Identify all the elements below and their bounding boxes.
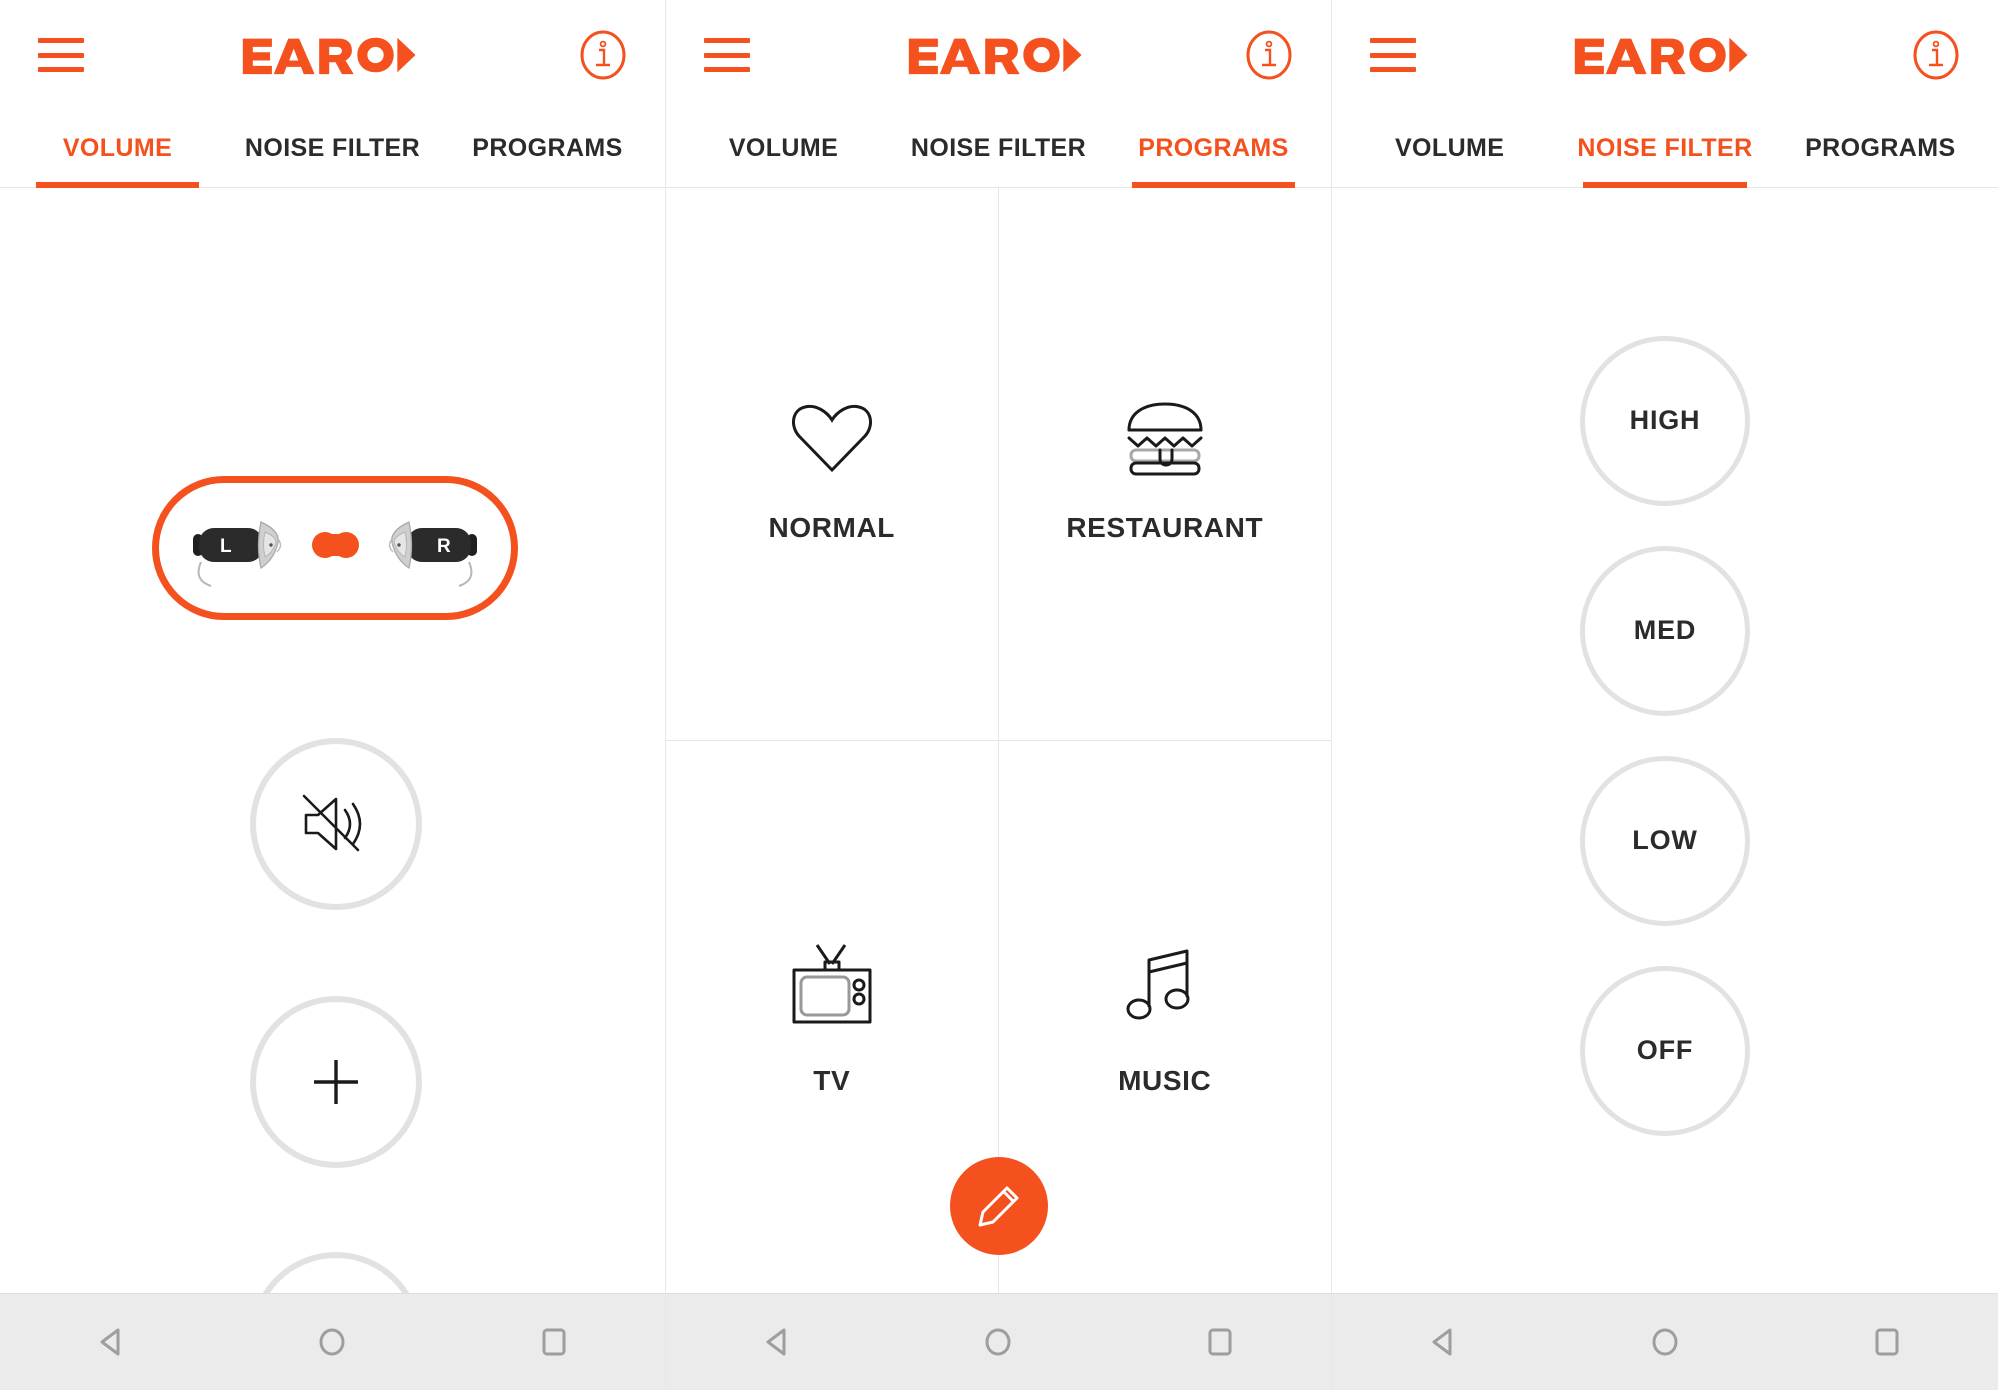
recents-square-icon (1875, 1328, 1899, 1356)
program-label: RESTAURANT (1066, 511, 1264, 543)
program-label: MUSIC (1118, 1064, 1212, 1096)
hamburger-icon[interactable] (1370, 38, 1416, 72)
mute-button[interactable] (250, 738, 422, 910)
hamburger-icon[interactable] (38, 38, 84, 72)
noise-filter-high-button[interactable]: HIGH (1580, 335, 1750, 506)
panel-volume-screen: VOLUME NOISE FILTER PROGRAMS L R (0, 0, 666, 1390)
android-nav-bar-panel3 (1332, 1293, 1998, 1390)
tv-icon (787, 937, 877, 1029)
svg-text:R: R (437, 536, 451, 557)
program-music[interactable]: MUSIC (999, 741, 1332, 1294)
app-top-bar (666, 0, 1331, 110)
android-recents-button[interactable] (509, 1312, 599, 1372)
recents-square-icon (1208, 1328, 1232, 1356)
eargo-logo (1573, 34, 1755, 76)
volume-screen-body: L R (0, 188, 665, 1293)
android-home-button[interactable] (953, 1312, 1043, 1372)
tab-programs[interactable]: PROGRAMS (440, 110, 655, 187)
info-icon[interactable] (579, 29, 627, 81)
android-back-button[interactable] (66, 1312, 156, 1372)
program-label: NORMAL (768, 511, 895, 543)
plus-icon (314, 1060, 358, 1104)
info-icon[interactable] (1912, 29, 1960, 81)
edit-programs-button[interactable] (949, 1157, 1048, 1255)
volume-up-button[interactable] (250, 996, 422, 1168)
hearing-aid-pair-selector[interactable]: L R (152, 476, 518, 620)
noise-filter-low-button[interactable]: LOW (1580, 755, 1750, 926)
tab-volume[interactable]: VOLUME (1342, 110, 1557, 187)
noise-filter-med-button[interactable]: MED (1580, 545, 1750, 716)
programs-screen-body: NORMAL RESTAURANT TV MUSIC (666, 188, 1331, 1293)
svg-text:L: L (220, 536, 232, 557)
three-panel-screenshot-comparison: VOLUME NOISE FILTER PROGRAMS L R VOLUME … (0, 0, 1998, 1390)
tab-bar-programs-screen: VOLUME NOISE FILTER PROGRAMS (666, 110, 1331, 188)
home-circle-icon (1652, 1328, 1678, 1356)
program-tv[interactable]: TV (666, 740, 999, 1293)
android-recents-button[interactable] (1842, 1312, 1932, 1372)
hamburger-icon[interactable] (704, 38, 750, 72)
home-circle-icon (985, 1328, 1011, 1356)
android-nav-bar-panel2 (666, 1293, 1331, 1390)
tab-programs[interactable]: PROGRAMS (1773, 110, 1988, 187)
tab-programs[interactable]: PROGRAMS (1106, 110, 1321, 188)
app-top-bar (0, 0, 665, 110)
app-top-bar (1332, 0, 1998, 110)
noise-filter-off-button[interactable]: OFF (1580, 965, 1750, 1136)
eargo-logo (907, 34, 1089, 76)
programs-grid: NORMAL RESTAURANT TV MUSIC (666, 188, 1331, 1293)
back-triangle-icon (1432, 1328, 1452, 1356)
android-back-button[interactable] (1398, 1312, 1488, 1372)
back-triangle-icon (766, 1328, 786, 1356)
tab-bar-volume-screen: VOLUME NOISE FILTER PROGRAMS (0, 110, 665, 188)
back-triangle-icon (100, 1328, 120, 1356)
recents-square-icon (542, 1328, 566, 1356)
android-home-button[interactable] (287, 1312, 377, 1372)
burger-icon (1122, 384, 1208, 476)
panel-programs-screen: VOLUME NOISE FILTER PROGRAMS NORMAL REST… (666, 0, 1332, 1390)
heart-icon (789, 384, 875, 476)
tab-bar-noise-filter-screen: VOLUME NOISE FILTER PROGRAMS (1332, 110, 1998, 188)
android-recents-button[interactable] (1175, 1312, 1265, 1372)
android-nav-bar-panel1 (0, 1293, 665, 1390)
program-label: TV (813, 1064, 851, 1096)
music-note-icon (1125, 937, 1205, 1029)
tab-noise-filter[interactable]: NOISE FILTER (1557, 110, 1772, 188)
program-normal[interactable]: NORMAL (666, 188, 999, 741)
panel-noise-filter-screen: VOLUME NOISE FILTER PROGRAMS HIGH MED LO… (1332, 0, 1998, 1390)
pencil-icon (978, 1186, 1018, 1227)
tab-volume[interactable]: VOLUME (676, 110, 891, 187)
noise-filter-levels: HIGH MED LOW OFF (1332, 188, 1998, 1293)
android-home-button[interactable] (1620, 1312, 1710, 1372)
tab-volume[interactable]: VOLUME (10, 110, 225, 188)
eargo-logo (241, 34, 423, 76)
tab-noise-filter[interactable]: NOISE FILTER (891, 110, 1106, 187)
tab-noise-filter[interactable]: NOISE FILTER (225, 110, 440, 187)
android-back-button[interactable] (732, 1312, 822, 1372)
volume-down-button[interactable] (250, 1252, 422, 1293)
home-circle-icon (319, 1328, 345, 1356)
info-icon[interactable] (1245, 29, 1293, 81)
noise-filter-screen-body: HIGH MED LOW OFF (1332, 188, 1998, 1293)
mute-speaker-icon (302, 794, 362, 852)
program-restaurant[interactable]: RESTAURANT (998, 188, 1331, 741)
